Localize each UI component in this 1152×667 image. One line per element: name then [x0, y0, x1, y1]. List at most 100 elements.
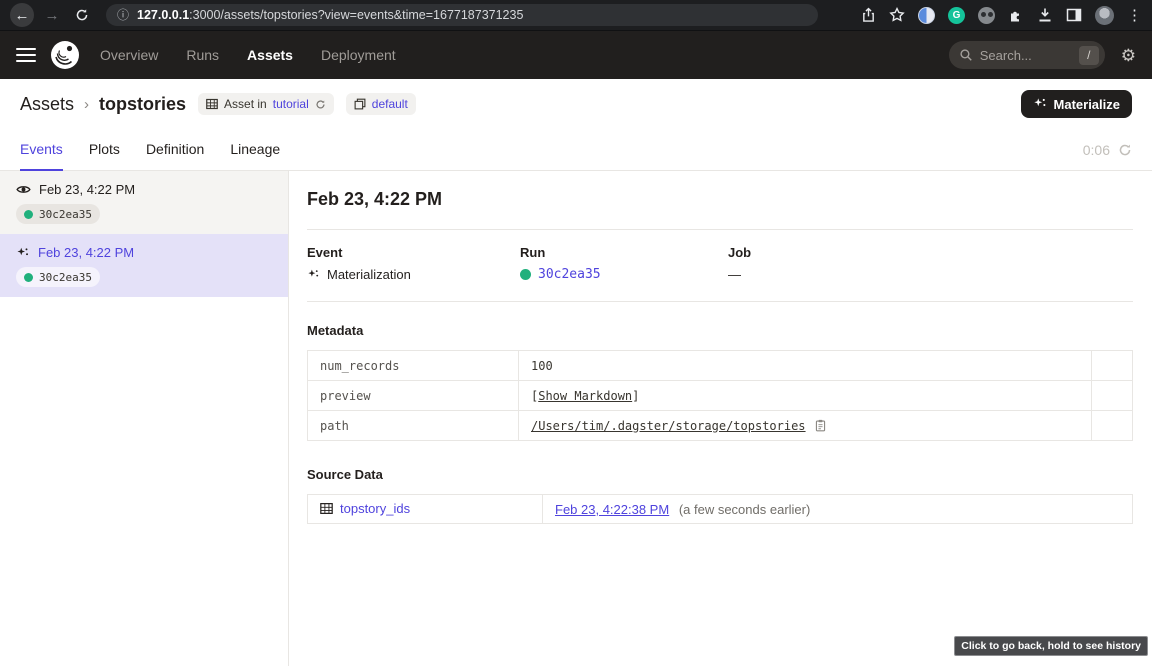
- run-status-dot: [24, 273, 33, 282]
- event-type-value: Materialization: [327, 267, 411, 282]
- reload-definition-icon[interactable]: [315, 99, 326, 110]
- address-bar[interactable]: ⓘ 127.0.0.1:3000/assets/topstories?view=…: [106, 4, 818, 26]
- browser-menu-icon[interactable]: ⋮: [1127, 6, 1142, 24]
- table-row: num_records 100: [308, 351, 1133, 381]
- nav-link-deployment[interactable]: Deployment: [321, 47, 396, 63]
- tab-definition[interactable]: Definition: [146, 129, 204, 171]
- event-list-item-materialization[interactable]: Feb 23, 4:22 PM 30c2ea35: [0, 234, 288, 297]
- refresh-icon[interactable]: [1118, 143, 1132, 157]
- event-column-label: Event: [307, 245, 520, 260]
- browser-back-tooltip: Click to go back, hold to see history: [954, 636, 1148, 656]
- event-detail-title: Feb 23, 4:22 PM: [307, 189, 1133, 210]
- metadata-heading: Metadata: [307, 323, 1133, 338]
- asset-tabs: Events Plots Definition Lineage 0:06: [0, 129, 1152, 171]
- event-list-item-observation[interactable]: Feb 23, 4:22 PM 30c2ea35: [0, 171, 288, 234]
- event-timestamp: Feb 23, 4:22 PM: [38, 245, 134, 260]
- source-data-heading: Source Data: [307, 467, 1133, 482]
- metadata-key: preview: [308, 381, 519, 411]
- eye-observation-icon: [16, 182, 31, 197]
- metadata-spacer-cell: [1092, 411, 1133, 441]
- source-data-table: topstory_ids Feb 23, 4:22:38 PM (a few s…: [307, 494, 1133, 524]
- nav-link-assets[interactable]: Assets: [247, 47, 293, 63]
- grammarly-extension-icon[interactable]: G: [948, 7, 965, 24]
- event-list-sidebar: Feb 23, 4:22 PM 30c2ea35 Feb 23, 4:22 PM…: [0, 171, 289, 666]
- browser-reload-button[interactable]: [70, 3, 94, 27]
- search-input[interactable]: [980, 48, 1068, 63]
- browser-profile-avatar[interactable]: [1095, 6, 1114, 25]
- reload-icon: [75, 8, 89, 22]
- group-copy-icon: [354, 98, 366, 110]
- goggles-extension-icon[interactable]: [978, 7, 995, 24]
- materialize-button[interactable]: Materialize: [1021, 90, 1132, 118]
- tab-events[interactable]: Events: [20, 129, 63, 171]
- global-search[interactable]: /: [949, 41, 1105, 69]
- downloads-icon[interactable]: [1037, 7, 1053, 23]
- run-column-label: Run: [520, 245, 728, 260]
- table-row: preview [Show Markdown]: [308, 381, 1133, 411]
- metadata-spacer-cell: [1092, 351, 1133, 381]
- path-link[interactable]: /Users/tim/.dagster/storage/topstories: [531, 419, 806, 433]
- table-icon: [320, 502, 333, 515]
- source-asset-link[interactable]: topstory_ids: [320, 501, 410, 516]
- asset-page-header: Assets › topstories Asset in tutorial de…: [0, 79, 1152, 129]
- run-id-link[interactable]: 30c2ea35: [538, 267, 601, 282]
- hamburger-menu-icon[interactable]: [16, 48, 36, 63]
- tab-plots[interactable]: Plots: [89, 129, 120, 171]
- metadata-value: [Show Markdown]: [519, 381, 1092, 411]
- bracket: ]: [632, 389, 639, 403]
- metadata-spacer-cell: [1092, 381, 1133, 411]
- search-shortcut-badge: /: [1079, 46, 1099, 65]
- site-info-icon[interactable]: ⓘ: [117, 9, 129, 21]
- side-panel-icon[interactable]: [1066, 7, 1082, 23]
- badge-group-link[interactable]: default: [372, 97, 408, 111]
- breadcrumb-assets[interactable]: Assets: [20, 94, 74, 115]
- breadcrumb-asset-name: topstories: [99, 94, 186, 115]
- metadata-value: /Users/tim/.dagster/storage/topstories: [519, 411, 1092, 441]
- breadcrumb-chevron: ›: [84, 96, 89, 113]
- run-tag[interactable]: 30c2ea35: [16, 267, 100, 287]
- show-markdown-link[interactable]: Show Markdown: [538, 389, 632, 403]
- search-icon: [959, 48, 973, 62]
- event-detail-pane: Feb 23, 4:22 PM Event Materialization Ru…: [289, 171, 1152, 666]
- asset-definition-badge[interactable]: Asset in tutorial: [198, 93, 334, 115]
- job-value: —: [728, 267, 741, 282]
- tab-lineage[interactable]: Lineage: [230, 129, 280, 171]
- job-column-label: Job: [728, 245, 1133, 260]
- metadata-key: num_records: [308, 351, 519, 381]
- bookmark-star-icon[interactable]: [889, 7, 905, 23]
- browser-forward-button[interactable]: →: [40, 3, 64, 27]
- metadata-key: path: [308, 411, 519, 441]
- metadata-value: 100: [519, 351, 1092, 381]
- table-row: topstory_ids Feb 23, 4:22:38 PM (a few s…: [308, 495, 1133, 524]
- app-navbar: Overview Runs Assets Deployment / ⚙: [0, 31, 1152, 79]
- table-row: path /Users/tim/.dagster/storage/topstor…: [308, 411, 1133, 441]
- settings-gear-icon[interactable]: ⚙: [1121, 47, 1136, 64]
- clock-extension-icon[interactable]: [918, 7, 935, 24]
- table-icon: [206, 98, 218, 110]
- metadata-table: num_records 100 preview [Show Markdown] …: [307, 350, 1133, 441]
- nav-link-overview[interactable]: Overview: [100, 47, 158, 63]
- divider: [307, 229, 1133, 230]
- nav-link-runs[interactable]: Runs: [186, 47, 219, 63]
- badge-tutorial-link[interactable]: tutorial: [273, 97, 309, 111]
- run-tag[interactable]: 30c2ea35: [16, 204, 100, 224]
- divider: [307, 301, 1133, 302]
- asset-group-badge[interactable]: default: [346, 93, 416, 115]
- extensions-puzzle-icon[interactable]: [1008, 7, 1024, 23]
- source-timestamp-note: (a few seconds earlier): [679, 502, 811, 517]
- copy-clipboard-icon[interactable]: [814, 419, 827, 432]
- run-status-dot: [520, 269, 531, 280]
- share-icon[interactable]: [861, 7, 876, 23]
- source-timestamp-link[interactable]: Feb 23, 4:22:38 PM: [555, 502, 669, 517]
- sparkle-icon: [1033, 97, 1047, 111]
- sparkle-materialization-icon: [307, 268, 320, 281]
- dagster-logo[interactable]: [50, 40, 80, 70]
- refresh-countdown: 0:06: [1083, 142, 1110, 158]
- browser-toolbar: ← → ⓘ 127.0.0.1:3000/assets/topstories?v…: [0, 0, 1152, 31]
- event-timestamp: Feb 23, 4:22 PM: [39, 182, 135, 197]
- url-text: 127.0.0.1:3000/assets/topstories?view=ev…: [137, 8, 523, 22]
- sparkle-materialization-icon: [16, 246, 30, 260]
- browser-back-button[interactable]: ←: [10, 3, 34, 27]
- run-status-dot: [24, 210, 33, 219]
- badge-asset-in-label: Asset in: [224, 97, 267, 111]
